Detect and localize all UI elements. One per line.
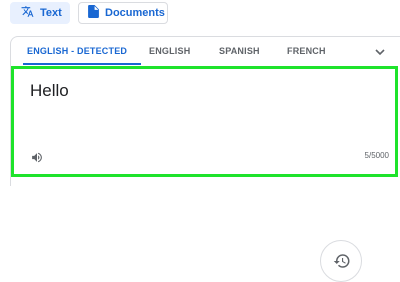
source-text-area[interactable]: Hello 5/5000	[11, 66, 398, 177]
documents-mode-button[interactable]: Documents	[78, 2, 168, 24]
tab-english[interactable]: ENGLISH	[149, 37, 190, 65]
tab-spanish[interactable]: SPANISH	[219, 37, 260, 65]
tab-french[interactable]: FRENCH	[287, 37, 326, 65]
source-language-tabs: ENGLISH - DETECTED ENGLISH SPANISH FRENC…	[11, 37, 400, 65]
active-tab-indicator	[23, 63, 141, 65]
chevron-down-icon[interactable]	[373, 45, 387, 57]
text-mode-label: Text	[40, 7, 62, 19]
speaker-icon[interactable]	[30, 151, 44, 164]
tab-english-detected[interactable]: ENGLISH - DETECTED	[27, 37, 127, 65]
history-button[interactable]	[320, 240, 362, 282]
character-count: 5/5000	[364, 151, 389, 160]
translate-icon	[21, 5, 34, 21]
mode-toolbar: Text Documents	[0, 0, 400, 30]
text-mode-button[interactable]: Text	[10, 2, 70, 24]
documents-mode-label: Documents	[105, 7, 165, 19]
source-text[interactable]: Hello	[30, 81, 69, 101]
document-icon	[88, 5, 99, 21]
